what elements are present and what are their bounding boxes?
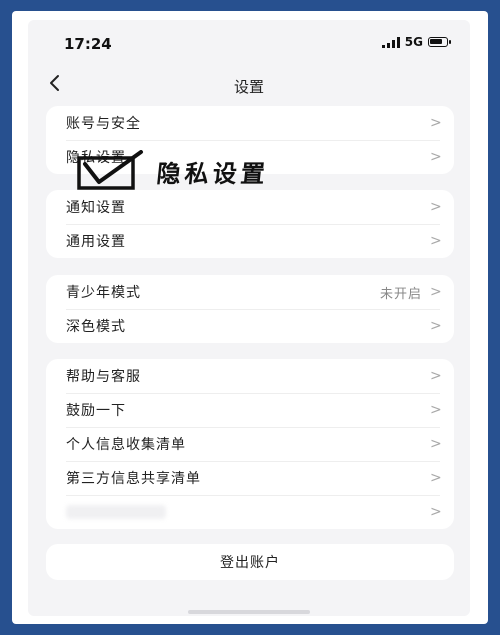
row-label: 通知设置 xyxy=(66,200,126,216)
settings-group-general: 通知设置 > 通用设置 > xyxy=(46,190,454,258)
nav-bar: 设置 xyxy=(28,66,470,110)
row-label: 第三方信息共享清单 xyxy=(66,471,201,487)
row-label: 青少年模式 xyxy=(66,285,141,301)
chevron-right-icon: > xyxy=(430,368,442,384)
chevron-right-icon: > xyxy=(430,233,442,249)
network-type: 5G xyxy=(404,35,423,49)
annotation-overlay: 隐私设置 xyxy=(75,150,325,192)
home-indicator xyxy=(188,610,310,614)
chevron-right-icon: > xyxy=(430,284,442,300)
chevron-right-icon: > xyxy=(430,470,442,486)
phone-screen: 17:24 5G 设置 账号与安全 > 隐私设置 > 通知设置 > 通用设置 >… xyxy=(28,20,470,616)
settings-row-help[interactable]: 帮助与客服 > xyxy=(46,359,454,393)
chevron-right-icon: > xyxy=(430,504,442,520)
chevron-right-icon: > xyxy=(430,402,442,418)
settings-group-modes: 青少年模式 未开启 > 深色模式 > xyxy=(46,275,454,343)
settings-row-blurred[interactable]: > xyxy=(46,495,454,529)
chevron-right-icon: > xyxy=(430,318,442,334)
status-indicators: 5G xyxy=(381,35,451,49)
logout-button[interactable]: 登出账户 xyxy=(46,544,454,580)
chevron-right-icon: > xyxy=(430,436,442,452)
page-title: 设置 xyxy=(233,78,264,96)
annotation-label: 隐私设置 xyxy=(155,159,271,188)
settings-row-account-security[interactable]: 账号与安全 > xyxy=(46,106,454,140)
settings-row-rate-us[interactable]: 鼓励一下 > xyxy=(46,393,454,427)
row-label: 帮助与客服 xyxy=(66,369,141,385)
settings-row-personal-info-list[interactable]: 个人信息收集清单 > xyxy=(46,427,454,461)
settings-group-support: 帮助与客服 > 鼓励一下 > 个人信息收集清单 > 第三方信息共享清单 > > xyxy=(46,359,454,529)
row-label: 账号与安全 xyxy=(66,116,141,132)
chevron-right-icon: > xyxy=(430,199,442,215)
row-label: 通用设置 xyxy=(66,234,126,250)
chevron-right-icon: > xyxy=(430,115,442,131)
row-label: 深色模式 xyxy=(66,319,126,335)
status-time: 17:24 xyxy=(64,35,112,53)
checkmark-box-icon xyxy=(77,150,143,190)
teen-mode-status: 未开启 xyxy=(379,286,422,302)
settings-row-notifications[interactable]: 通知设置 > xyxy=(46,190,454,224)
settings-row-third-party-list[interactable]: 第三方信息共享清单 > xyxy=(46,461,454,495)
row-label: 鼓励一下 xyxy=(66,403,126,419)
status-bar: 17:24 5G xyxy=(28,20,470,66)
blurred-label xyxy=(66,505,166,519)
row-label: 个人信息收集清单 xyxy=(66,437,186,453)
settings-row-teen-mode[interactable]: 青少年模式 未开启 > xyxy=(46,275,454,309)
settings-row-general[interactable]: 通用设置 > xyxy=(46,224,454,258)
signal-icon xyxy=(381,36,400,48)
battery-icon xyxy=(428,37,451,47)
settings-row-dark-mode[interactable]: 深色模式 > xyxy=(46,309,454,343)
chevron-right-icon: > xyxy=(430,149,442,165)
